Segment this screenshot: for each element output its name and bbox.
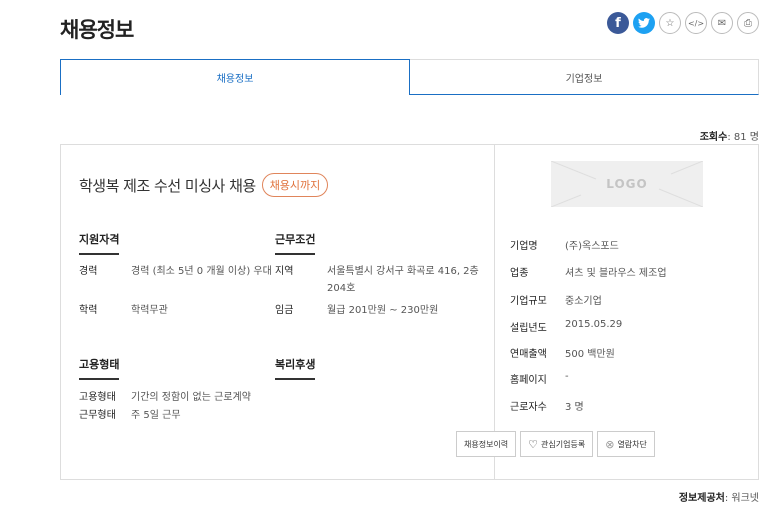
interest-company-button[interactable]: ♡ 관심기업등록	[520, 431, 594, 457]
company-row-industry: 업종 셔츠 및 블라우스 제조업	[510, 264, 667, 279]
qualification-key: 경력	[79, 266, 98, 277]
company-key: 설립년도	[510, 323, 547, 334]
company-key: 기업명	[510, 241, 538, 252]
info-source-value: : 워크넷	[724, 493, 759, 504]
employment-row-schedule: 근무형태 주 5일 근무	[79, 407, 181, 424]
block-icon: ⊗	[605, 437, 615, 451]
company-key: 업종	[510, 268, 529, 279]
company-key: 홈페이지	[510, 375, 547, 386]
condition-key: 지역	[275, 266, 294, 277]
welfare-heading: 복리후생	[275, 356, 316, 380]
qualification-row-career: 경력 경력 (최소 5년 0 개월 이상) 우대	[79, 263, 284, 280]
job-history-label: 채용정보이력	[464, 439, 509, 449]
job-history-button[interactable]: 채용정보이력	[456, 431, 517, 457]
company-value: 중소기업	[565, 296, 602, 307]
print-icon[interactable]: ⎙	[737, 12, 759, 34]
company-value: 500 백만원	[565, 349, 615, 360]
twitter-icon[interactable]	[633, 12, 655, 34]
view-count-label: 조회수	[699, 132, 728, 143]
company-value: 셔츠 및 블라우스 제조업	[565, 268, 667, 279]
job-detail-card: 학생복 제조 수선 미싱사 채용 채용시까지 지원자격 경력 경력 (최소 5년…	[60, 144, 759, 480]
employment-value: 기간의 정함이 없는 근로계약	[131, 392, 251, 403]
company-row-name: 기업명 (주)옥스포드	[510, 237, 619, 252]
bookmark-icon[interactable]: ☆	[659, 12, 681, 34]
company-row-revenue: 연매출액 500 백만원	[510, 345, 615, 360]
job-title: 학생복 제조 수선 미싱사 채용	[79, 176, 256, 195]
qualification-value: 학력무관	[131, 305, 168, 316]
view-count-value: : 81 명	[727, 132, 759, 143]
share-toolbar: f ☆ </> ✉ ⎙	[607, 12, 759, 34]
company-value: 2015.05.29	[565, 319, 623, 330]
condition-value: 서울특별시 강서구 화곡로 416, 2층 204호	[327, 266, 479, 294]
condition-row-wage: 임금 월급 201만원 ~ 230만원	[275, 302, 487, 319]
heart-icon: ♡	[528, 437, 539, 451]
company-value: 3 명	[565, 402, 584, 413]
conditions-heading: 근무조건	[275, 231, 316, 255]
condition-row-region: 지역 서울특별시 강서구 화곡로 416, 2층 204호	[275, 263, 487, 297]
condition-value: 월급 201만원 ~ 230만원	[327, 305, 439, 316]
mail-icon[interactable]: ✉	[711, 12, 733, 34]
company-key: 연매출액	[510, 349, 547, 360]
company-logo: LOGO	[551, 161, 703, 207]
qualification-value: 경력 (최소 5년 0 개월 이상) 우대	[131, 266, 272, 277]
company-row-founded: 설립년도 2015.05.29	[510, 319, 622, 334]
facebook-icon[interactable]: f	[607, 12, 629, 34]
view-count: 조회수: 81 명	[700, 128, 759, 143]
employment-heading: 고용형태	[79, 356, 120, 380]
employment-value: 주 5일 근무	[131, 410, 181, 421]
company-action-buttons: 채용정보이력 ♡ 관심기업등록 ⊗ 열람차단	[456, 431, 655, 457]
company-row-homepage: 홈페이지 -	[510, 371, 569, 386]
qualifications-heading: 지원자격	[79, 231, 120, 255]
company-value[interactable]: -	[565, 371, 569, 386]
employment-key: 근무형태	[79, 410, 116, 421]
tab-bar: 채용정보 기업정보	[60, 59, 759, 95]
qualification-key: 학력	[79, 305, 98, 316]
info-source-label: 정보제공처	[678, 493, 725, 504]
info-source: 정보제공처: 워크넷	[679, 489, 759, 504]
employment-row-type: 고용형태 기간의 정함이 없는 근로계약	[79, 389, 251, 406]
deadline-badge: 채용시까지	[261, 173, 329, 197]
company-key: 기업규모	[510, 296, 547, 307]
embed-code-icon[interactable]: </>	[685, 12, 707, 34]
card-divider	[494, 145, 495, 479]
tab-company-info[interactable]: 기업정보	[410, 59, 759, 95]
company-row-employees: 근로자수 3 명	[510, 398, 584, 413]
company-key: 근로자수	[510, 402, 547, 413]
condition-key: 임금	[275, 305, 294, 316]
employment-key: 고용형태	[79, 392, 116, 403]
job-title-row: 학생복 제조 수선 미싱사 채용 채용시까지	[79, 173, 329, 197]
company-value: (주)옥스포드	[565, 241, 619, 252]
logo-placeholder-text: LOGO	[606, 177, 648, 191]
company-row-size: 기업규모 중소기업	[510, 292, 602, 307]
tab-job-info[interactable]: 채용정보	[60, 59, 410, 95]
block-view-label: 열람차단	[617, 439, 647, 449]
interest-company-label: 관심기업등록	[541, 439, 586, 449]
block-view-button[interactable]: ⊗ 열람차단	[597, 431, 655, 457]
qualification-row-education: 학력 학력무관	[79, 302, 284, 319]
page-title: 채용정보	[60, 18, 134, 42]
